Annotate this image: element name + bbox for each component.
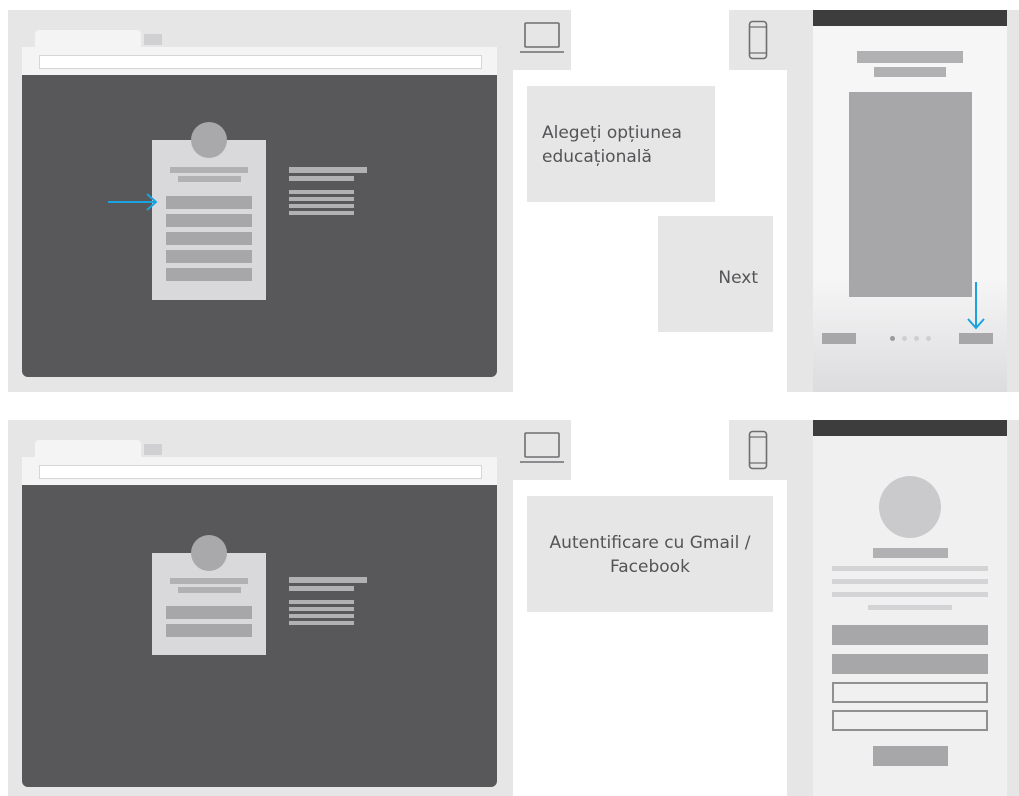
- side-text-line: [289, 176, 354, 181]
- side-text-line: [289, 204, 354, 208]
- avatar: [191, 122, 227, 158]
- gmail-login-button[interactable]: [832, 625, 988, 645]
- pagination-dots: [890, 336, 934, 342]
- side-text-line: [289, 586, 354, 591]
- description-line: [868, 605, 952, 610]
- laptop-icon: [520, 432, 564, 463]
- browser-tab: [35, 30, 141, 47]
- desktop-icon-tile: [513, 420, 571, 480]
- card-title-line: [170, 578, 248, 584]
- desktop-icon-tile: [513, 10, 571, 70]
- mobile-mockup: [787, 420, 1019, 796]
- step-note: Autentificare cu Gmail / Facebook: [527, 496, 773, 612]
- option-row: [166, 268, 252, 281]
- option-row: [166, 232, 252, 245]
- option-row: [166, 214, 252, 227]
- option-row: [166, 196, 252, 209]
- mobile-title-line: [857, 51, 963, 63]
- next-label: Next: [718, 268, 758, 288]
- card-subtitle-line: [178, 176, 241, 182]
- pagination-dot: [902, 336, 907, 341]
- address-bar: [39, 55, 482, 69]
- option-row: [166, 250, 252, 263]
- pagination-dot: [914, 336, 919, 341]
- desktop-mockup: [8, 10, 513, 392]
- description-line: [832, 566, 988, 571]
- mobile-icon-tile: [729, 10, 787, 70]
- mobile-image-placeholder: [849, 92, 972, 297]
- step-note: Alegeți opțiunea educațională: [527, 86, 715, 202]
- address-bar: [39, 465, 482, 479]
- smartphone-icon: [748, 430, 768, 470]
- desktop-mockup: [8, 420, 513, 796]
- profile-name-line: [873, 548, 948, 558]
- mobile-subtitle-line: [874, 67, 946, 77]
- step-note-text: Alegeți opțiunea educațională: [542, 123, 682, 167]
- mobile-status-bar: [813, 10, 1007, 26]
- side-text-line: [289, 190, 354, 194]
- avatar: [191, 535, 227, 571]
- login-option-row: [166, 606, 252, 619]
- side-text-line: [289, 607, 354, 611]
- right-arrow-icon: [108, 193, 158, 211]
- side-text-line: [289, 167, 367, 173]
- submit-button[interactable]: [873, 746, 948, 766]
- card-title-line: [170, 167, 248, 173]
- description-line: [832, 592, 988, 597]
- down-arrow-icon: [967, 282, 985, 330]
- mobile-mockup: [787, 10, 1019, 392]
- facebook-login-button[interactable]: [832, 654, 988, 674]
- description-line: [832, 579, 988, 584]
- mobile-icon-tile: [729, 420, 787, 480]
- back-button[interactable]: [822, 333, 856, 344]
- email-field[interactable]: [832, 682, 988, 703]
- pagination-dot: [926, 336, 931, 341]
- login-option-row: [166, 624, 252, 637]
- browser-tab-inactive: [144, 444, 162, 455]
- next-button[interactable]: Next: [658, 216, 773, 332]
- side-text-line: [289, 621, 354, 625]
- side-text-line: [289, 197, 354, 201]
- avatar: [879, 476, 941, 538]
- side-text-line: [289, 600, 354, 604]
- browser-tab: [35, 440, 141, 457]
- smartphone-icon: [748, 20, 768, 60]
- mobile-next-button[interactable]: [959, 333, 993, 344]
- pagination-dot-active: [890, 336, 895, 341]
- mobile-status-bar: [813, 420, 1007, 436]
- browser-tab-inactive: [144, 34, 162, 45]
- step-note-text: Autentificare cu Gmail / Facebook: [549, 533, 751, 577]
- laptop-icon: [520, 22, 564, 53]
- side-text-line: [289, 614, 354, 618]
- side-text-line: [289, 577, 367, 583]
- password-field[interactable]: [832, 710, 988, 731]
- side-text-line: [289, 211, 354, 215]
- card-subtitle-line: [178, 587, 241, 593]
